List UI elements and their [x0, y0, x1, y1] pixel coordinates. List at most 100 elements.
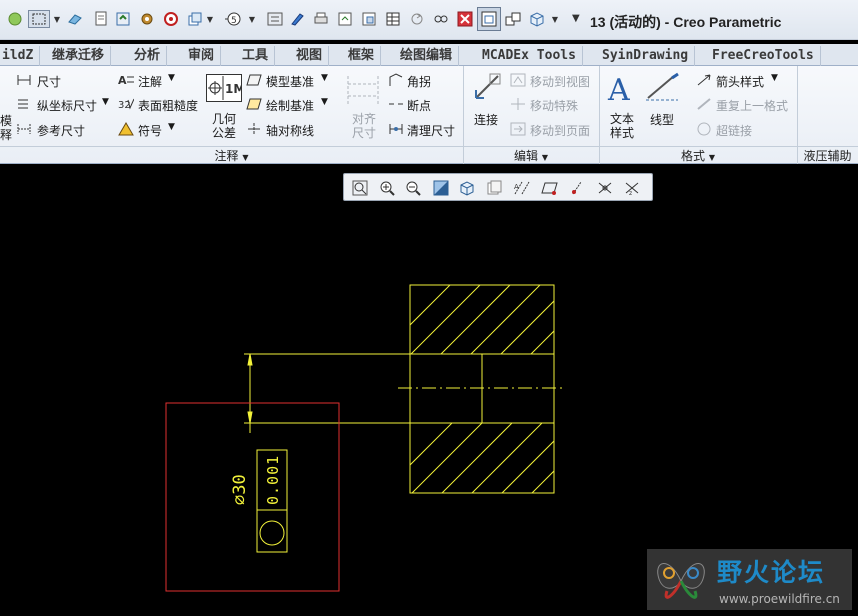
chevron-down-icon[interactable]: ▼ — [168, 73, 175, 83]
annotation-display-icon[interactable]: z — [622, 178, 642, 198]
sequence-icon[interactable]: 5 — [224, 10, 242, 28]
chevron-down-icon: ▼ — [541, 153, 548, 162]
tab-analysis[interactable]: 分析 — [128, 46, 168, 66]
note-button[interactable]: 注解 — [138, 73, 162, 90]
format-group-label[interactable]: 格式 ▼ — [599, 146, 797, 164]
reference-dimension-button[interactable]: 参考尺寸 — [37, 122, 85, 139]
chevron-down-icon[interactable]: ▼ — [206, 10, 214, 28]
align-dimension-button-line2[interactable]: 尺寸 — [352, 124, 376, 141]
move-special-icon — [510, 96, 526, 112]
move-to-view-icon — [510, 72, 526, 88]
tolerance-value-text[interactable]: 0.001 — [264, 455, 282, 505]
chevron-down-icon[interactable]: ▼ — [53, 10, 61, 28]
table-icon[interactable] — [384, 10, 402, 28]
ordinate-dimension-icon — [16, 96, 32, 112]
annotation-group-label[interactable]: 注释 ▼ — [0, 146, 463, 164]
surface-finish-button[interactable]: 表面粗糙度 — [138, 97, 198, 114]
sheet-icon[interactable] — [360, 10, 378, 28]
target-icon[interactable] — [162, 10, 180, 28]
window-title: 13 (活动的) - Creo Parametric — [590, 14, 782, 30]
chevron-down-icon[interactable]: ▼ — [771, 73, 778, 83]
hyperlink-icon — [696, 121, 712, 137]
document-icon[interactable] — [92, 10, 110, 28]
move-to-page-button[interactable]: 移动到页面 — [530, 122, 590, 139]
geometric-tolerance-button-line2[interactable]: 公差 — [212, 124, 236, 141]
model-datum-button[interactable]: 模型基准 — [266, 73, 314, 90]
tools-icon[interactable] — [138, 10, 156, 28]
window-active-icon[interactable] — [477, 7, 501, 31]
tab-mcadex-tools[interactable]: MCADEx Tools — [476, 46, 583, 66]
cut-icon[interactable] — [266, 10, 284, 28]
symbol-button[interactable]: 符号 — [138, 122, 162, 139]
diameter-dimension-text[interactable]: ∅30 — [230, 474, 250, 505]
switch-window-icon[interactable] — [504, 10, 522, 28]
dimension-button[interactable]: 尺寸 — [37, 73, 61, 90]
regenerate-icon[interactable] — [114, 10, 132, 28]
repeat-format-icon — [696, 96, 712, 112]
arrow-style-button[interactable]: 箭头样式 — [716, 73, 764, 90]
datum-plane-display-icon[interactable] — [540, 178, 560, 198]
tab-legacy-migration[interactable]: 继承迁移 — [46, 46, 112, 66]
cube-icon[interactable] — [528, 10, 546, 28]
corner-button[interactable]: 角拐 — [407, 73, 431, 90]
line-style-button[interactable]: 线型 — [650, 111, 674, 128]
tab-ildz[interactable]: ildZ — [0, 46, 41, 66]
layers-icon[interactable] — [186, 10, 204, 28]
chevron-down-icon[interactable]: ▼ — [168, 122, 175, 132]
svg-text:5: 5 — [231, 16, 237, 26]
tab-drawing-edit[interactable]: 绘图编辑 — [394, 46, 460, 66]
repeat-format-button[interactable]: 重复上一格式 — [716, 97, 788, 114]
cut-off-label[interactable]: 释 — [0, 126, 12, 143]
close-window-icon[interactable] — [456, 10, 474, 28]
cleanup-dimension-button[interactable]: 清理尺寸 — [407, 122, 455, 139]
connect-button[interactable]: 连接 — [474, 111, 498, 128]
ribbon-tab-strip: ildZ 继承迁移 分析 审阅 工具 视图 框架 绘图编辑 MCADEx Too… — [0, 44, 858, 66]
coordinate-system-display-icon[interactable] — [595, 178, 615, 198]
zoom-in-icon[interactable] — [377, 178, 397, 198]
status-light-icon — [6, 10, 24, 28]
chevron-down-icon[interactable]: ▼ — [321, 97, 328, 107]
redo-icon[interactable] — [408, 10, 426, 28]
saved-views-icon[interactable] — [484, 178, 504, 198]
hydraulic-group-label[interactable]: 液压辅助 — [797, 146, 858, 164]
tab-syindrawing[interactable]: SyinDrawing — [596, 46, 696, 66]
tab-tools[interactable]: 工具 — [236, 46, 276, 66]
move-special-button[interactable]: 移动特殊 — [530, 97, 578, 114]
repaint-icon[interactable] — [431, 178, 451, 198]
tab-review[interactable]: 审阅 — [182, 46, 222, 66]
eraser-icon[interactable] — [66, 10, 84, 28]
tab-freecreotools[interactable]: FreeCreoTools — [706, 46, 821, 66]
symbol-icon — [118, 121, 134, 137]
lock-chain-icon[interactable] — [432, 10, 450, 28]
axis-symmetry-button[interactable]: 轴对称线 — [266, 122, 314, 139]
move-to-page-icon — [510, 121, 526, 137]
chevron-down-icon[interactable]: ▼ — [102, 97, 109, 107]
zoom-out-icon[interactable] — [403, 178, 423, 198]
hatch-top — [410, 285, 554, 354]
display-style-icon[interactable] — [457, 178, 477, 198]
hyperlink-button[interactable]: 超链接 — [716, 122, 752, 139]
text-style-button-line2[interactable]: 样式 — [610, 124, 634, 141]
line-style-icon — [644, 72, 680, 104]
draw-datum-button[interactable]: 绘制基准 — [266, 97, 314, 114]
tab-view[interactable]: 视图 — [290, 46, 330, 66]
chevron-down-icon[interactable]: ▼ — [321, 73, 328, 83]
edit-group-label[interactable]: 编辑 ▼ — [463, 146, 599, 164]
move-to-view-button[interactable]: 移动到视图 — [530, 73, 590, 90]
printer-icon[interactable] — [312, 10, 330, 28]
chevron-down-icon[interactable]: ▼ — [248, 10, 256, 28]
title-menu-icon[interactable]: ▼ — [572, 13, 580, 24]
chevron-down-icon[interactable]: ▼ — [551, 10, 559, 28]
refit-icon[interactable] — [350, 178, 370, 198]
tab-frame[interactable]: 框架 — [342, 46, 382, 66]
datum-axis-display-icon[interactable]: A — [512, 178, 532, 198]
edit-group-title: 编辑 — [514, 149, 539, 163]
breakpoint-button[interactable]: 断点 — [407, 97, 431, 114]
brush-icon[interactable] — [288, 10, 306, 28]
refit-icon[interactable] — [336, 10, 354, 28]
select-box-icon[interactable] — [28, 10, 50, 28]
ordinate-dimension-button[interactable]: 纵坐标尺寸 — [37, 97, 97, 114]
dimension-icon — [16, 72, 32, 88]
point-display-icon[interactable] — [568, 178, 588, 198]
svg-text:A: A — [118, 74, 127, 87]
